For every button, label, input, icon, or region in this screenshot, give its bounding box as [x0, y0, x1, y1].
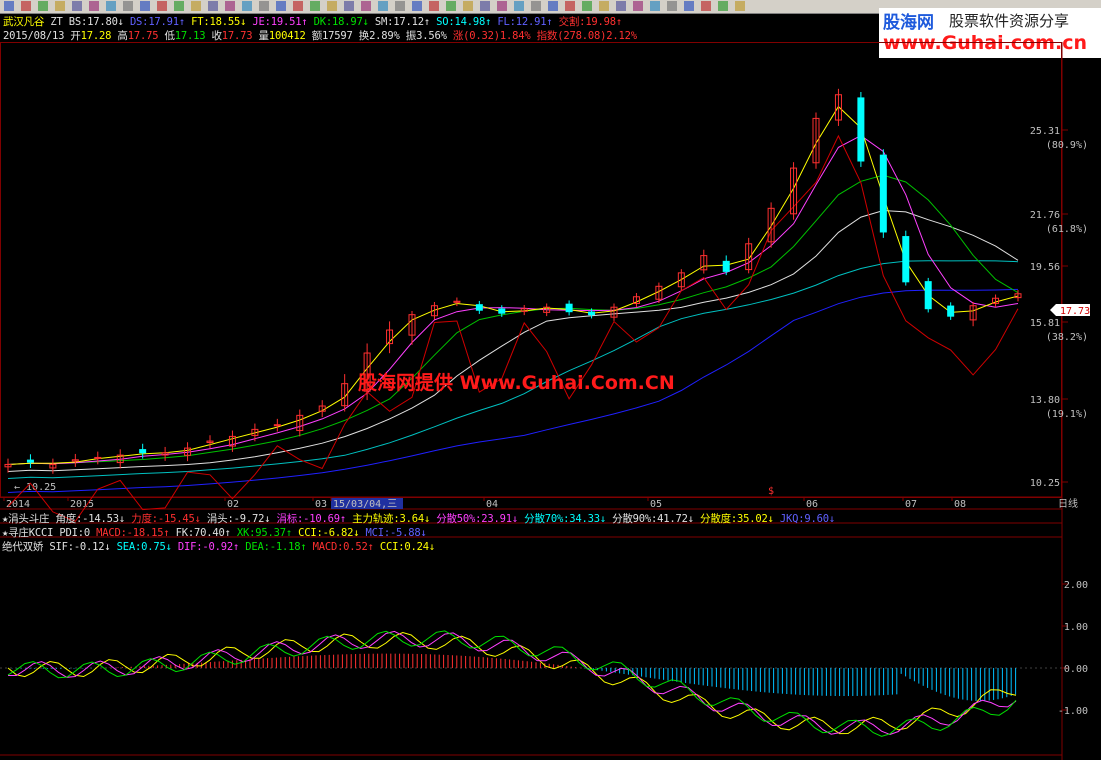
indicator-value: MACD:0.52↑	[312, 541, 380, 553]
watermark-text: 股海网提供 Www.Guhai.Com.CN	[358, 371, 675, 394]
indicator-value: SIF:-0.12↓	[49, 541, 117, 553]
indicator-value: CCI:-6.82↓	[298, 527, 366, 539]
macd-y-label: 1.00	[1064, 622, 1088, 633]
x-tick-label: 03	[315, 499, 327, 510]
indicator-value: MACD:-18.15↑	[96, 527, 176, 539]
indicator-value: 涓标:-10.69↑	[276, 513, 353, 525]
indicator-value: 力度:-15.45↓	[131, 513, 207, 525]
candle-body	[565, 303, 573, 313]
x-tick-label: 04	[486, 499, 498, 510]
macd-line	[8, 630, 1017, 736]
x-tick-label: 02	[227, 499, 239, 510]
indicator-value: FK:70.40↑	[175, 527, 237, 539]
x-tick-label: 07	[905, 499, 917, 510]
x-tick-label: 15/03/04,三	[333, 499, 397, 510]
indicator-2-line: ★寻庄KCCI PDI:0 MACD:-18.15↑ FK:70.40↑ XK:…	[2, 525, 427, 540]
macd-histogram	[11, 653, 1017, 701]
indicator-value: 分散90%:41.72↓	[612, 513, 701, 525]
x-tick-label: 08	[954, 499, 966, 510]
indicator-value: 角度:-14.53↓	[55, 513, 132, 525]
y-tick-label: 19.56	[1030, 262, 1060, 273]
ma-line-white	[7, 209, 1019, 472]
period-label: 日线	[1058, 497, 1078, 510]
macd-y-label: 2.00	[1064, 580, 1088, 591]
y-tick-label: 15.81	[1030, 318, 1060, 329]
candle-body	[588, 311, 596, 316]
indicator-value: DEA:-1.18↑	[245, 541, 313, 553]
indicator-value: MCI:-5.88↓	[365, 527, 427, 539]
y-tick-label: 13.80	[1030, 395, 1060, 406]
candle-body	[475, 304, 483, 311]
candle-body	[498, 308, 506, 314]
indicator-3-line: 绝代双娇 SIF:-0.12↓ SEA:0.75↓ DIF:-0.92↑ DEA…	[2, 539, 435, 554]
candle-body	[26, 459, 34, 463]
ma-line-magenta	[7, 135, 1019, 465]
macd-y-label: -1.00	[1058, 706, 1088, 717]
indicator-value: 主力轨迹:3.64↓	[352, 513, 437, 525]
indicator-name: 绝代双娇	[2, 541, 50, 553]
x-tick-label: 05	[650, 499, 662, 510]
indicator-value: 分散70%:34.33↓	[524, 513, 613, 525]
y-tick-label: 21.76	[1030, 210, 1060, 221]
macd-line	[7, 631, 1017, 735]
candle-body	[902, 236, 910, 283]
indicator-value: XK:95.37↑	[236, 527, 299, 539]
indicator-value: SEA:0.75↓	[116, 541, 178, 553]
candlestick-series	[4, 88, 1022, 474]
candle-body	[879, 154, 887, 233]
y-tick-percent: (80.9%)	[1046, 140, 1088, 151]
ma-line-cyan	[7, 260, 1019, 479]
y-tick-label: 10.25	[1030, 478, 1060, 489]
y-tick-percent: (19.1%)	[1046, 409, 1088, 420]
y-tick-percent: (61.8%)	[1046, 224, 1088, 235]
indicator-value: CCI:0.24↓	[379, 541, 436, 553]
current-price-label: 17.73	[1060, 306, 1090, 317]
candle-body	[857, 97, 865, 162]
indicator-value: 分散50%:23.91↓	[436, 513, 525, 525]
ma-line-yellow	[7, 105, 1019, 465]
current-price-marker: 17.73	[1050, 304, 1090, 317]
indicator-value: JKQ:9.60↓	[779, 513, 835, 525]
indicator-name: ★寻庄KCCI	[2, 527, 60, 539]
indicator-1-line: ★涓头斗庄 角度:-14.53↓ 力度:-15.45↓ 涓头:-9.72↓ 涓标…	[2, 511, 835, 526]
indicator-value: DIF:-0.92↑	[177, 541, 246, 553]
y-tick-percent: (38.2%)	[1046, 332, 1088, 343]
y-tick-label: 25.31	[1030, 126, 1060, 137]
indicator-value: PDI:0	[59, 527, 97, 539]
ma-line-green	[7, 174, 1019, 465]
x-tick-label: 2015	[70, 499, 94, 510]
candle-body	[139, 449, 147, 454]
candle-body	[722, 260, 730, 272]
indicator-value: 涓头:-9.72↓	[206, 513, 277, 525]
x-tick-label: 06	[806, 499, 818, 510]
signal-marker: $	[768, 486, 774, 497]
macd-y-label: 0.00	[1064, 664, 1088, 675]
indicator-value: 分散度:35.02↓	[700, 513, 780, 525]
stock-chart-canvas: 25.31 (80.9%) 21.76 (61.8%) 19.56 15.81 (38.2%…	[0, 42, 1090, 760]
candle-body	[947, 305, 955, 317]
indicator-name: ★涓头斗庄	[2, 513, 56, 525]
trend-line-red	[7, 134, 1019, 523]
candle-body	[924, 281, 932, 310]
